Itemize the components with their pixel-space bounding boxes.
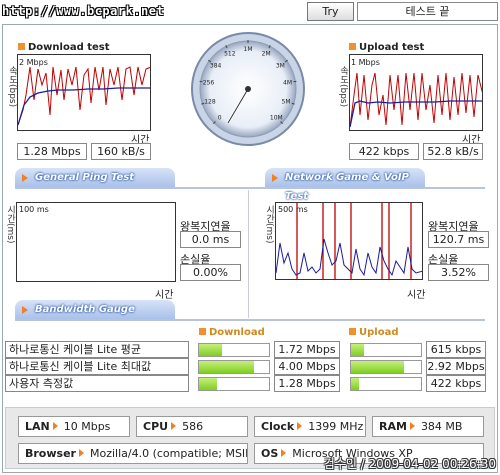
bandwidth-upload-header: Upload bbox=[349, 327, 398, 338]
bullet-icon bbox=[349, 328, 356, 335]
download-bar-track bbox=[198, 360, 270, 374]
tab-network-game[interactable]: Network Game & VoIP Test bbox=[265, 168, 425, 202]
game-scale: 500 ms bbox=[278, 205, 308, 214]
divider bbox=[15, 319, 485, 321]
gauge-tick-label: 384 bbox=[210, 62, 222, 69]
status-box: 테스트 끝 bbox=[357, 2, 498, 21]
arrow-icon bbox=[22, 174, 28, 182]
browser-info: BrowserMozilla/4.0 (compatible; MSIE 6.0 bbox=[18, 443, 248, 464]
try-again-button[interactable]: Try again bbox=[307, 2, 354, 36]
gauge-tick-label: 5M bbox=[282, 98, 291, 105]
download-average-line bbox=[18, 87, 150, 126]
gauge-tick-label: 1M bbox=[244, 46, 253, 53]
upload-bar-value: 422 kbps bbox=[426, 375, 486, 392]
download-scale: 2 Mbps bbox=[19, 58, 48, 67]
download-bar-fill bbox=[199, 344, 223, 356]
arrow-icon bbox=[78, 449, 84, 457]
lan-info: LAN 10 Mbps bbox=[18, 416, 130, 437]
download-bar-fill bbox=[199, 378, 217, 390]
ping-scale: 100 ms bbox=[19, 205, 49, 214]
gauge-tick-label: 10M bbox=[270, 114, 283, 121]
upload-bps: 422 kbps bbox=[349, 143, 419, 160]
game-rtt: 120.7 ms bbox=[428, 231, 489, 248]
speed-gauge: 0 128 256 384512 1M 2M 3M 4M 5M 10M bbox=[191, 32, 305, 146]
bandwidth-row-label: 사용자 측정값 bbox=[5, 375, 189, 392]
ram-info: RAM 384 MB bbox=[372, 416, 484, 437]
arrow-icon bbox=[52, 422, 58, 430]
tab-general-ping[interactable]: General Ping Test bbox=[15, 168, 175, 187]
arrow-icon bbox=[272, 174, 278, 182]
arrow-icon bbox=[297, 422, 303, 430]
upload-bar-value: 2.92 Mbps bbox=[426, 358, 486, 375]
download-bar-value: 1.72 Mbps bbox=[274, 341, 340, 358]
upload-bar-track bbox=[350, 360, 422, 374]
clock-info: Clock 1399 MHz bbox=[254, 416, 366, 437]
ping-graph bbox=[16, 202, 176, 282]
site-url: http://www.bcpark.net bbox=[2, 4, 165, 18]
download-bar-track bbox=[198, 343, 270, 357]
timestamp-stamp: 검수인 / 2009-04-02 00:26:30 bbox=[323, 457, 496, 471]
game-latency-line bbox=[276, 238, 422, 277]
download-bar-track bbox=[198, 377, 270, 391]
cpu-info: CPU 586 bbox=[136, 416, 248, 437]
upload-rate-line bbox=[350, 72, 482, 128]
bandwidth-row-label: 하나로통신 케이블 Lite 최대값 bbox=[5, 358, 189, 375]
gauge-tick-label: 3M bbox=[276, 62, 285, 69]
divider bbox=[15, 187, 485, 189]
bullet-icon bbox=[349, 43, 356, 50]
tab-bandwidth-gauge[interactable]: Bandwidth Gauge bbox=[15, 300, 175, 319]
upload-bar-fill bbox=[351, 378, 360, 390]
gauge-tick-label: 4M bbox=[283, 80, 292, 87]
bandwidth-download-header: Download bbox=[199, 327, 265, 338]
gauge-tick-label: 256 bbox=[203, 80, 215, 87]
upload-bar-track bbox=[350, 377, 422, 391]
download-rate-line bbox=[18, 66, 150, 126]
gauge-tick-label: 2M bbox=[262, 50, 271, 57]
gauge-tick-label: 512 bbox=[224, 50, 236, 57]
bandwidth-row-label: 하나로통신 케이블 Lite 평균 bbox=[5, 341, 189, 358]
gauge-tick-label: 128 bbox=[204, 98, 216, 105]
upload-bar-fill bbox=[351, 361, 405, 373]
arrow-icon bbox=[22, 306, 28, 314]
upload-bar-track bbox=[350, 343, 422, 357]
game-loss: 3.52% bbox=[428, 264, 489, 281]
download-title: Download test bbox=[18, 42, 110, 53]
download-bar-value: 4.00 Mbps bbox=[274, 358, 340, 375]
arrow-icon bbox=[409, 422, 415, 430]
arrow-icon bbox=[171, 422, 177, 430]
ping-time-label: 시간 bbox=[155, 290, 174, 301]
download-bps: 1.28 Mbps bbox=[17, 143, 87, 160]
upload-scale: 1 Mbps bbox=[351, 58, 380, 67]
bullet-icon bbox=[199, 328, 206, 335]
download-bar-fill bbox=[199, 361, 254, 373]
upload-title: Upload test bbox=[349, 42, 424, 53]
upload-bytes: 52.8 kB/s bbox=[423, 143, 483, 160]
arrow-icon bbox=[281, 449, 287, 457]
ping-loss: 0.00% bbox=[180, 264, 241, 281]
ping-rtt: 0.0 ms bbox=[180, 231, 241, 248]
upload-bar-fill bbox=[351, 344, 364, 356]
download-bar-value: 1.28 Mbps bbox=[274, 375, 340, 392]
game-time-label: 시간 bbox=[407, 290, 426, 301]
gauge-tick-label: 0 bbox=[218, 114, 222, 121]
top-bar: http://www.bcpark.net Try again 테스트 끝 bbox=[0, 0, 500, 36]
bullet-icon bbox=[18, 43, 25, 50]
download-bytes: 160 kB/s bbox=[91, 143, 151, 160]
divider bbox=[248, 190, 249, 318]
upload-bar-value: 615 kbps bbox=[426, 341, 486, 358]
